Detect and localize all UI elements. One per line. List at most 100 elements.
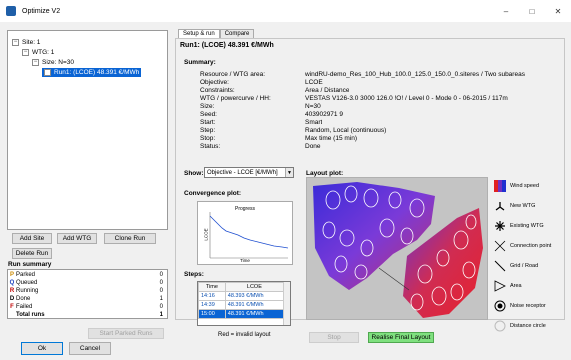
run-title: Run1: (LCOE) 48.391 €/MWh: [180, 42, 274, 49]
dialog-footer: Ok Cancel: [0, 340, 571, 360]
status-letter: Q: [9, 280, 15, 286]
tree-node-run[interactable]: Run1: (LCOE) 48.391 €/MWh: [42, 68, 142, 77]
legend-label: Grid / Road: [510, 263, 539, 269]
summary-key: Stop:: [200, 135, 216, 142]
legend-label: Distance circle: [510, 323, 546, 329]
add-wtg-button[interactable]: Add WTG: [57, 233, 97, 244]
optimize-window: Optimize V2 – □ ✕ − Site: 1 − WTG: 1 − S…: [0, 0, 571, 360]
status-count: 0: [159, 288, 163, 294]
summary-value: Area / Distance: [305, 87, 350, 94]
tab-setup-run[interactable]: Setup & run: [178, 29, 220, 38]
add-site-button[interactable]: Add Site: [12, 233, 52, 244]
summary-value: windRU-demo_Res_100_Hub_100.0_125.0_150.…: [305, 71, 525, 78]
tree-node-wtg[interactable]: − WTG: 1: [22, 49, 54, 56]
ok-button[interactable]: Ok: [21, 342, 63, 355]
summary-row: R Running 0: [8, 287, 167, 295]
legend-label: New WTG: [510, 203, 536, 209]
scrollbar[interactable]: [283, 282, 290, 325]
convergence-plot: Progress LCOE Time: [197, 201, 293, 265]
maximize-button[interactable]: □: [519, 0, 545, 22]
app-icon: [6, 6, 16, 16]
summary-row: D Done 1: [8, 295, 167, 303]
summary-key: Seed:: [200, 111, 217, 118]
status-count: 0: [159, 304, 163, 310]
legend-item: Grid / Road: [494, 260, 538, 272]
tree-node-size[interactable]: − Size: N=30: [32, 59, 74, 66]
legend-label: Connection point: [510, 243, 552, 249]
layout-heading: Layout plot:: [306, 170, 344, 177]
col-time: Time: [198, 282, 226, 292]
status-count: 0: [159, 280, 163, 286]
invalid-layout-note: Red = invalid layout: [218, 332, 271, 338]
noise-receptor-icon: [494, 300, 506, 312]
tab-bar: Setup & run Compare: [178, 29, 255, 38]
connection-point-icon: [494, 240, 506, 252]
close-button[interactable]: ✕: [545, 0, 571, 22]
summary-key: Constraints:: [200, 87, 235, 94]
status-name: Running: [16, 288, 39, 294]
layout-plot: [306, 177, 488, 320]
site-tree[interactable]: − Site: 1 − WTG: 1 − Size: N=30 Run1: (L…: [7, 30, 168, 230]
distance-circle-icon: [494, 320, 506, 332]
status-name: Done: [16, 296, 31, 302]
table-row[interactable]: 14:16 48.393 €/MWh: [198, 291, 285, 301]
status-letter: P: [9, 272, 14, 278]
legend-item: Wind speed: [494, 180, 539, 192]
collapse-icon[interactable]: −: [32, 59, 39, 66]
legend-item: Distance circle: [494, 320, 546, 332]
run-summary-list: P Parked 0 Q Queued 0 R Running 0 D Done 1 F Failed 0 T…: [7, 269, 168, 319]
col-lcoe: LCOE: [224, 282, 285, 292]
cancel-button[interactable]: Cancel: [69, 342, 111, 355]
tree-node-site[interactable]: − Site: 1: [12, 39, 40, 46]
table-row[interactable]: 14:39 48.391 €/MWh: [198, 300, 285, 310]
summary-value: Random, Local (continuous): [305, 127, 387, 134]
title-bar: Optimize V2 – □ ✕: [0, 0, 571, 22]
table-row[interactable]: 15:00 48.391 €/MWh: [198, 309, 285, 319]
show-select[interactable]: Objective - LCOE [€/MWh] ▼: [204, 167, 294, 178]
collapse-icon[interactable]: −: [22, 49, 29, 56]
legend-item: New WTG: [494, 200, 535, 212]
summary-key: Size:: [200, 103, 215, 110]
collapse-icon[interactable]: −: [12, 39, 19, 46]
run-icon: [44, 69, 51, 76]
new-wtg-icon: [494, 200, 506, 212]
convergence-curve: [209, 212, 289, 259]
status-name: Queued: [16, 280, 38, 286]
legend-item: Connection point: [494, 240, 551, 252]
summary-value: Smart: [305, 119, 323, 126]
legend-label: Existing WTG: [510, 223, 544, 229]
legend-label: Wind speed: [510, 183, 540, 189]
summary-value: Done: [305, 143, 321, 150]
summary-key: WTG / powercurve / HH:: [200, 95, 271, 102]
status-name: Parked: [16, 272, 36, 278]
delete-run-button[interactable]: Delete Run: [12, 248, 52, 259]
legend-item: Noise receptor: [494, 300, 546, 312]
legend-item: Existing WTG: [494, 220, 544, 232]
start-parked-runs-button[interactable]: Start Parked Runs: [88, 328, 164, 339]
clone-run-button[interactable]: Clone Run: [104, 233, 156, 244]
status-letter: F: [10, 304, 14, 310]
status-count: 0: [159, 272, 163, 278]
summary-heading: Summary:: [184, 59, 216, 66]
summary-key: Start:: [200, 119, 216, 126]
status-letter: R: [9, 288, 15, 294]
status-name: Failed: [16, 304, 33, 310]
tab-compare[interactable]: Compare: [219, 29, 255, 38]
summary-value: LCOE: [305, 79, 323, 86]
area-icon: [494, 280, 506, 292]
summary-row: Total runs 1: [8, 311, 167, 319]
summary-value: Max time (15 min): [305, 135, 358, 142]
legend-label: Area: [510, 283, 522, 289]
run-summary-label: Run summary: [8, 261, 52, 268]
status-letter: D: [9, 296, 15, 302]
minimize-button[interactable]: –: [493, 0, 519, 22]
show-label: Show:: [184, 170, 204, 177]
summary-key: Objective:: [200, 79, 229, 86]
status-name: Total runs: [16, 312, 45, 318]
summary-row: P Parked 0: [8, 271, 167, 279]
layout-map: [313, 182, 483, 318]
status-count: 1: [159, 312, 163, 318]
summary-key: Resource / WTG area:: [200, 71, 266, 78]
chevron-down-icon[interactable]: ▼: [285, 168, 293, 177]
existing-wtg-icon: [494, 220, 506, 232]
